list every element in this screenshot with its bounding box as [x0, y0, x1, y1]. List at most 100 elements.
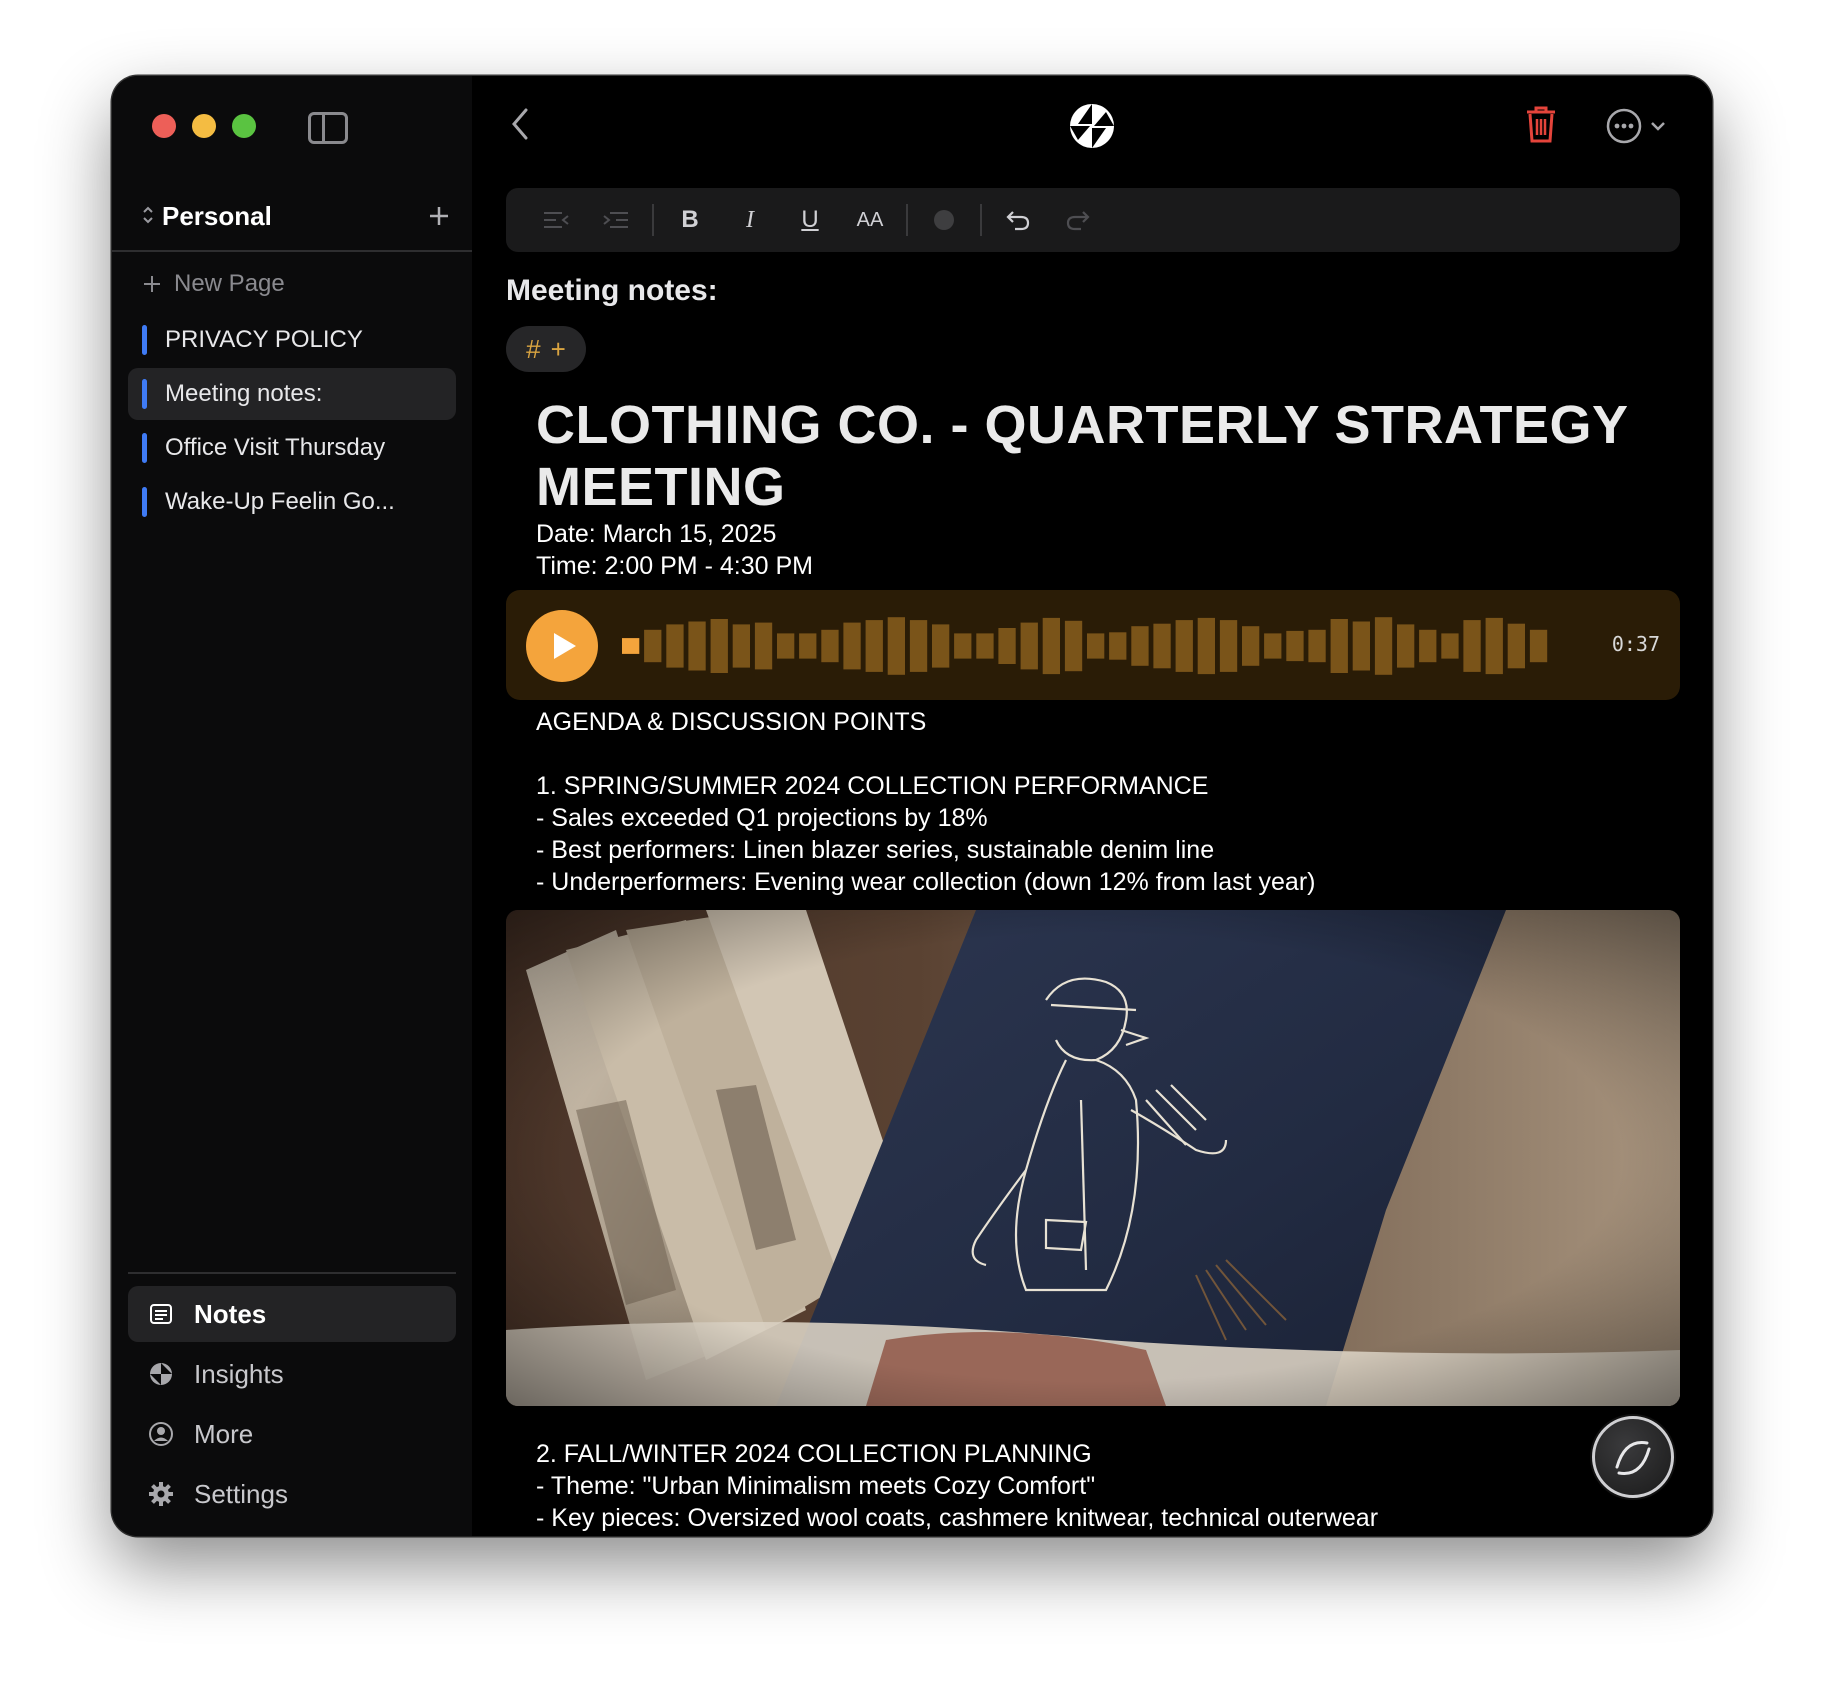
sidebar-page-meeting-notes[interactable]: Meeting notes: — [128, 368, 456, 420]
nav-label: Settings — [194, 1478, 288, 1509]
waveform-bar — [666, 624, 684, 668]
agenda-title[interactable]: AGENDA & DISCUSSION POINTS — [536, 706, 1666, 738]
waveform-bar — [1419, 629, 1437, 663]
italic-button[interactable]: I — [720, 196, 780, 244]
gear-icon — [148, 1481, 174, 1507]
tag-button[interactable]: # + — [506, 326, 586, 372]
page-color-bar — [142, 487, 147, 517]
waveform-bar — [1397, 624, 1415, 668]
waveform-bar — [1175, 620, 1193, 672]
nav-insights[interactable]: Insights — [128, 1346, 456, 1402]
waveform-bar — [688, 621, 706, 671]
window-controls — [152, 114, 256, 138]
meeting-date[interactable]: Date: March 15, 2025 — [536, 518, 1666, 550]
waveform-bar — [1352, 621, 1370, 671]
indent-icon[interactable] — [586, 196, 646, 244]
waveform-bar — [1374, 617, 1393, 675]
trash-icon[interactable] — [1524, 104, 1558, 149]
sidebar-page-privacy-policy[interactable]: PRIVACY POLICY — [128, 314, 456, 366]
section-1-line[interactable]: - Sales exceeded Q1 projections by 18% — [536, 802, 1666, 834]
waveform-bar — [1109, 632, 1127, 660]
page-label: Meeting notes: — [165, 380, 323, 407]
audio-duration: 0:37 — [1611, 632, 1660, 656]
page-color-bar — [142, 379, 147, 409]
waveform-bar — [1286, 630, 1304, 662]
waveform-bar — [1131, 626, 1149, 666]
underline-button[interactable]: U — [780, 196, 840, 244]
waveform-bar — [1087, 633, 1105, 659]
note-header: CLOTHING CO. - QUARTERLY STRATEGY MEETIN… — [536, 394, 1666, 582]
color-dot-icon[interactable] — [914, 196, 974, 244]
waveform-bar — [932, 624, 950, 668]
waveform-bar — [998, 628, 1016, 664]
assistant-button[interactable] — [1592, 1416, 1674, 1498]
waveform-bar — [754, 622, 773, 670]
waveform-bar — [1529, 629, 1548, 663]
waveform-bar — [732, 624, 750, 668]
nav-settings[interactable]: Settings — [128, 1466, 456, 1522]
redo-icon[interactable] — [1048, 196, 1108, 244]
waveform-bar — [799, 633, 817, 659]
page-list: PRIVACY POLICY Meeting notes: Office Vis… — [128, 314, 456, 530]
nav-label: Notes — [194, 1298, 267, 1329]
waveform-bar — [954, 633, 972, 659]
embedded-photo[interactable] — [506, 910, 1680, 1406]
outdent-icon[interactable] — [526, 196, 586, 244]
notes-icon — [148, 1301, 174, 1327]
agenda-section: AGENDA & DISCUSSION POINTS 1. SPRING/SUM… — [536, 706, 1666, 898]
chevron-updown-icon — [134, 204, 162, 228]
play-icon[interactable] — [526, 610, 598, 682]
plus-icon — [144, 276, 160, 292]
waveform-bar — [1219, 620, 1238, 672]
ellipsis-circle-icon — [1606, 108, 1642, 144]
audio-waveform[interactable] — [622, 610, 1552, 682]
workspace-name: Personal — [162, 200, 272, 231]
back-arrow-icon[interactable] — [508, 106, 532, 147]
app-window: Personal New Page PRIVACY POLICY Meeting… — [112, 76, 1712, 1536]
format-toolbar: B I U AA — [506, 188, 1680, 252]
chevron-down-icon — [1651, 122, 1665, 131]
waveform-bar — [1064, 620, 1083, 672]
undo-icon[interactable] — [988, 196, 1048, 244]
zoom-window-button[interactable] — [232, 114, 256, 138]
new-page-label: New Page — [174, 270, 285, 297]
minimize-window-button[interactable] — [192, 114, 216, 138]
section-1-line[interactable]: - Underperformers: Evening wear collecti… — [536, 866, 1666, 898]
sidebar-divider — [112, 250, 472, 252]
sidebar-page-office-visit[interactable]: Office Visit Thursday — [128, 422, 456, 474]
waveform-bar — [821, 629, 839, 663]
close-window-button[interactable] — [152, 114, 176, 138]
note-title[interactable]: Meeting notes: — [506, 274, 718, 308]
new-page-button[interactable]: New Page — [142, 262, 285, 306]
add-page-icon[interactable] — [428, 198, 450, 235]
note-heading[interactable]: CLOTHING CO. - QUARTERLY STRATEGY MEETIN… — [536, 394, 1666, 518]
page-label: Wake-Up Feelin Go... — [165, 488, 395, 515]
page-color-bar — [142, 325, 147, 355]
section-1-title[interactable]: 1. SPRING/SUMMER 2024 COLLECTION PERFORM… — [536, 770, 1666, 802]
meeting-time[interactable]: Time: 2:00 PM - 4:30 PM — [536, 550, 1666, 582]
sidebar-toggle-icon[interactable] — [308, 112, 348, 144]
page-label: PRIVACY POLICY — [165, 326, 363, 353]
page-label: Office Visit Thursday — [165, 434, 386, 461]
sidebar-page-wake-up[interactable]: Wake-Up Feelin Go... — [128, 476, 456, 528]
section-2-line[interactable]: - Theme: "Urban Minimalism meets Cozy Co… — [536, 1470, 1666, 1502]
more-options-button[interactable] — [1606, 108, 1666, 144]
waveform-bar — [1242, 626, 1260, 666]
text-size-button[interactable]: AA — [840, 196, 900, 244]
nav-label: Insights — [194, 1358, 284, 1389]
swirl-icon — [1615, 1441, 1651, 1475]
waveform-bar — [1507, 623, 1525, 669]
section-1-line[interactable]: - Best performers: Linen blazer series, … — [536, 834, 1666, 866]
app-logo-icon — [1068, 102, 1116, 155]
bold-button[interactable]: B — [660, 196, 720, 244]
waveform-bar — [887, 617, 905, 675]
bottom-nav: Notes Insights More Settings — [128, 1286, 456, 1526]
section-2-line[interactable]: - Key pieces: Oversized wool coats, cash… — [536, 1502, 1666, 1534]
page-color-bar — [142, 433, 147, 463]
workspace-selector[interactable]: Personal — [134, 196, 450, 236]
waveform-bar — [1264, 633, 1282, 659]
nav-more[interactable]: More — [128, 1406, 456, 1462]
section-2-title[interactable]: 2. FALL/WINTER 2024 COLLECTION PLANNING — [536, 1438, 1666, 1470]
nav-notes[interactable]: Notes — [128, 1286, 456, 1342]
